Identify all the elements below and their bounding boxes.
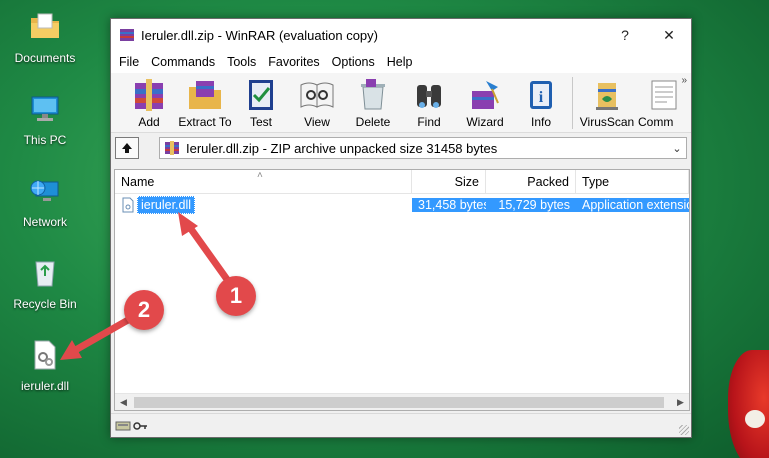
callout-arrow-2: [68, 316, 132, 356]
callout-badge-1: 1: [216, 276, 256, 316]
annotation-arrows: [60, 212, 240, 360]
callout-badge-2: 2: [124, 290, 164, 330]
